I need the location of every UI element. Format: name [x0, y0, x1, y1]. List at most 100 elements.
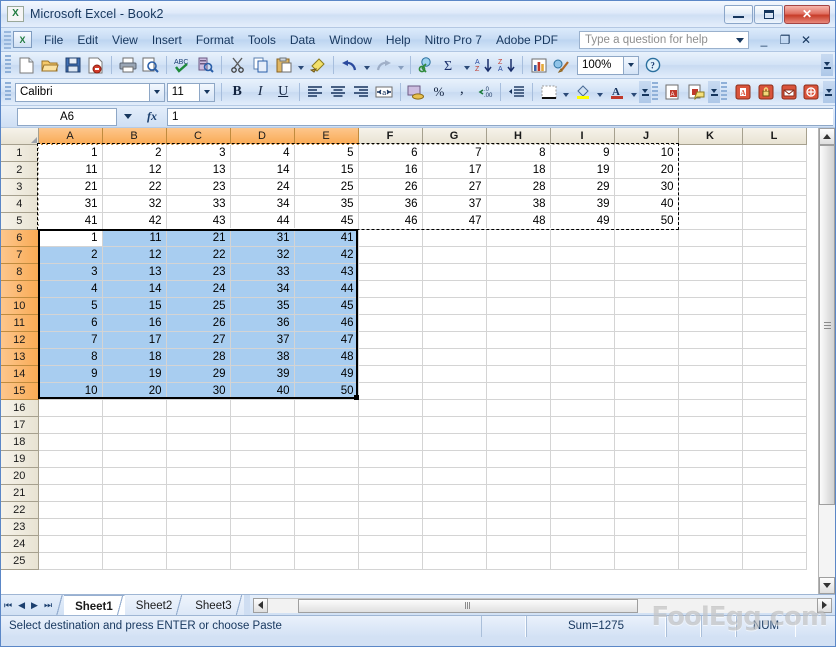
- cell-F22[interactable]: [358, 501, 423, 519]
- font-color-dropdown-arrow-icon[interactable]: [628, 81, 639, 103]
- cell-F2[interactable]: 16: [358, 161, 423, 179]
- font-name-combo[interactable]: Calibri: [14, 82, 165, 102]
- cell-J12[interactable]: [614, 331, 679, 349]
- cell-H1[interactable]: 8: [486, 144, 551, 162]
- cell-G5[interactable]: 47: [422, 212, 487, 230]
- scroll-left-button[interactable]: [252, 597, 268, 613]
- cell-K18[interactable]: [678, 433, 743, 451]
- align-center-icon[interactable]: [327, 81, 350, 103]
- open-icon[interactable]: [38, 54, 61, 76]
- drawing-icon[interactable]: [550, 54, 573, 76]
- cell-J5[interactable]: 50: [614, 212, 679, 230]
- cell-G25[interactable]: [422, 552, 487, 570]
- cell-I16[interactable]: [550, 399, 615, 417]
- row-header-21[interactable]: 21: [1, 484, 39, 502]
- align-left-icon[interactable]: [304, 81, 327, 103]
- cell-A3[interactable]: 21: [38, 178, 103, 196]
- cell-G6[interactable]: [422, 229, 487, 247]
- row-header-5[interactable]: 5: [1, 212, 39, 230]
- cell-H4[interactable]: 38: [486, 195, 551, 213]
- row-header-16[interactable]: 16: [1, 399, 39, 417]
- row-header-22[interactable]: 22: [1, 501, 39, 519]
- cell-J20[interactable]: [614, 467, 679, 485]
- cell-H3[interactable]: 28: [486, 178, 551, 196]
- cell-B15[interactable]: 20: [102, 382, 167, 400]
- cell-L10[interactable]: [742, 297, 807, 315]
- cell-E6[interactable]: 41: [294, 229, 359, 247]
- menu-item-adobe-pdf[interactable]: Adobe PDF: [489, 31, 565, 49]
- cell-I17[interactable]: [550, 416, 615, 434]
- select-all-button[interactable]: [1, 128, 39, 145]
- cell-E8[interactable]: 43: [294, 263, 359, 281]
- menu-item-edit[interactable]: Edit: [70, 31, 105, 49]
- cell-E20[interactable]: [294, 467, 359, 485]
- cell-B8[interactable]: 13: [102, 263, 167, 281]
- cell-E5[interactable]: 45: [294, 212, 359, 230]
- cell-E10[interactable]: 45: [294, 297, 359, 315]
- cell-K22[interactable]: [678, 501, 743, 519]
- paste-icon[interactable]: [272, 54, 295, 76]
- menu-item-insert[interactable]: Insert: [145, 31, 189, 49]
- cell-I21[interactable]: [550, 484, 615, 502]
- cell-A2[interactable]: 11: [38, 161, 103, 179]
- row-header-2[interactable]: 2: [1, 161, 39, 179]
- cell-J4[interactable]: 40: [614, 195, 679, 213]
- cell-B24[interactable]: [102, 535, 167, 553]
- cell-B3[interactable]: 22: [102, 178, 167, 196]
- cell-C14[interactable]: 29: [166, 365, 231, 383]
- cell-L8[interactable]: [742, 263, 807, 281]
- cell-C9[interactable]: 24: [166, 280, 231, 298]
- cell-A17[interactable]: [38, 416, 103, 434]
- cell-L9[interactable]: [742, 280, 807, 298]
- undo-icon[interactable]: [338, 54, 361, 76]
- cell-D20[interactable]: [230, 467, 295, 485]
- cell-J1[interactable]: 10: [614, 144, 679, 162]
- cell-A11[interactable]: 6: [38, 314, 103, 332]
- cell-B6[interactable]: 11: [102, 229, 167, 247]
- row-header-7[interactable]: 7: [1, 246, 39, 264]
- chart-wizard-icon[interactable]: [527, 54, 550, 76]
- cell-K13[interactable]: [678, 348, 743, 366]
- cell-A15[interactable]: 10: [38, 382, 103, 400]
- cell-B5[interactable]: 42: [102, 212, 167, 230]
- cell-D21[interactable]: [230, 484, 295, 502]
- cell-A7[interactable]: 2: [38, 246, 103, 264]
- cell-F10[interactable]: [358, 297, 423, 315]
- cell-L19[interactable]: [742, 450, 807, 468]
- cell-C1[interactable]: 3: [166, 144, 231, 162]
- cell-E16[interactable]: [294, 399, 359, 417]
- acrobat-email-icon[interactable]: [777, 81, 800, 103]
- cell-B22[interactable]: [102, 501, 167, 519]
- cell-A19[interactable]: [38, 450, 103, 468]
- research-icon[interactable]: [194, 54, 217, 76]
- cell-J21[interactable]: [614, 484, 679, 502]
- cell-I23[interactable]: [550, 518, 615, 536]
- cell-A6[interactable]: 1: [38, 229, 103, 247]
- vertical-scroll-track[interactable]: [819, 145, 835, 577]
- column-header-a[interactable]: A: [38, 128, 103, 145]
- cell-A21[interactable]: [38, 484, 103, 502]
- cell-L13[interactable]: [742, 348, 807, 366]
- ask-a-question-input[interactable]: Type a question for help: [579, 30, 750, 49]
- fill-color-dropdown-arrow-icon[interactable]: [594, 81, 605, 103]
- row-header-25[interactable]: 25: [1, 552, 39, 570]
- cell-E21[interactable]: [294, 484, 359, 502]
- first-sheet-button[interactable]: ⏮: [4, 600, 12, 611]
- cell-C17[interactable]: [166, 416, 231, 434]
- cell-D25[interactable]: [230, 552, 295, 570]
- cell-K15[interactable]: [678, 382, 743, 400]
- cell-F15[interactable]: [358, 382, 423, 400]
- menu-item-tools[interactable]: Tools: [241, 31, 283, 49]
- cell-E11[interactable]: 46: [294, 314, 359, 332]
- cell-D22[interactable]: [230, 501, 295, 519]
- sort-descending-icon[interactable]: ZA: [495, 54, 518, 76]
- cell-B25[interactable]: [102, 552, 167, 570]
- help-icon[interactable]: ?: [641, 54, 664, 76]
- cell-K19[interactable]: [678, 450, 743, 468]
- adobe-toolbar-options-icon[interactable]: [822, 81, 835, 103]
- workbook-close-button[interactable]: ✕: [799, 33, 813, 47]
- cell-D2[interactable]: 14: [230, 161, 295, 179]
- cell-K8[interactable]: [678, 263, 743, 281]
- cell-F13[interactable]: [358, 348, 423, 366]
- cell-L18[interactable]: [742, 433, 807, 451]
